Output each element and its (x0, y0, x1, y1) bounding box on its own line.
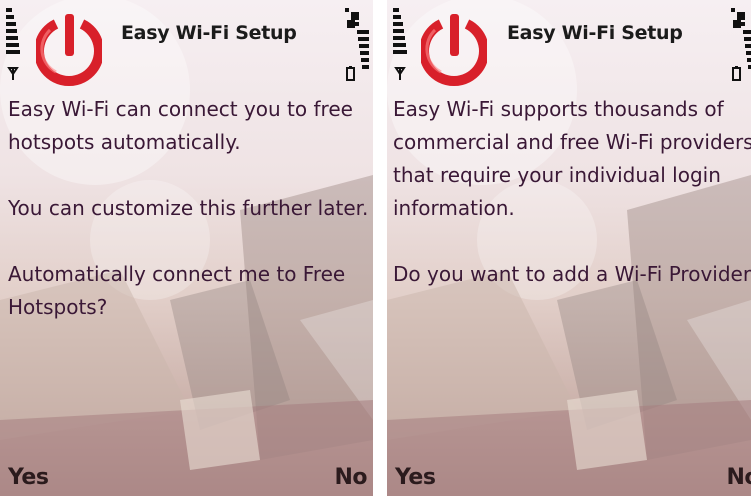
text-line: hotspots automatically. (8, 130, 241, 154)
paragraph: Easy Wi-Fi supports thousands of commerc… (393, 93, 751, 225)
text-line: Hotspots? (8, 295, 108, 319)
app-logo-icon (421, 14, 487, 87)
page-title: Easy Wi-Fi Setup (507, 22, 683, 44)
network-transfer-icon (345, 8, 359, 28)
antenna-icon (394, 67, 406, 80)
paragraph: Automatically connect me to Free Hotspot… (8, 258, 373, 324)
text-line: You can customize this further later. (8, 196, 369, 220)
signal-strength-icon (393, 8, 407, 80)
yes-softkey[interactable]: Yes (395, 465, 436, 490)
signal-strength-icon (6, 8, 20, 80)
no-softkey[interactable]: No (726, 465, 751, 490)
no-softkey[interactable]: No (334, 465, 367, 490)
antenna-icon (7, 67, 19, 80)
text-line: Automatically connect me to Free (8, 262, 346, 286)
battery-icon (731, 8, 751, 81)
text-line: that require your individual login (393, 163, 721, 187)
paragraph: Easy Wi-Fi can connect you to free hotsp… (8, 93, 373, 159)
page-title: Easy Wi-Fi Setup (121, 22, 297, 44)
setup-screen-wifi-providers: Easy Wi-Fi Setup Easy Wi-Fi supports tho… (387, 0, 751, 496)
network-transfer-icon (731, 8, 745, 28)
message-text: Easy Wi-Fi can connect you to free hotsp… (8, 93, 373, 357)
setup-screen-free-hotspots: Easy Wi-Fi Setup Easy Wi-Fi can connect … (0, 0, 373, 496)
text-line: Do you want to add a Wi-Fi Provider? (393, 262, 751, 286)
text-line: Easy Wi-Fi can connect you to free (8, 97, 353, 121)
title-bar: Easy Wi-Fi Setup (0, 0, 373, 92)
text-line: commercial and free Wi-Fi providers (393, 130, 751, 154)
text-line: Easy Wi-Fi supports thousands of (393, 97, 724, 121)
paragraph: Do you want to add a Wi-Fi Provider? (393, 258, 751, 291)
text-line: information. (393, 196, 515, 220)
battery-icon (345, 8, 369, 81)
yes-softkey[interactable]: Yes (8, 465, 49, 490)
paragraph: You can customize this further later. (8, 192, 373, 225)
title-bar: Easy Wi-Fi Setup (387, 0, 751, 92)
message-text: Easy Wi-Fi supports thousands of commerc… (393, 93, 751, 324)
app-logo-icon (36, 14, 102, 87)
